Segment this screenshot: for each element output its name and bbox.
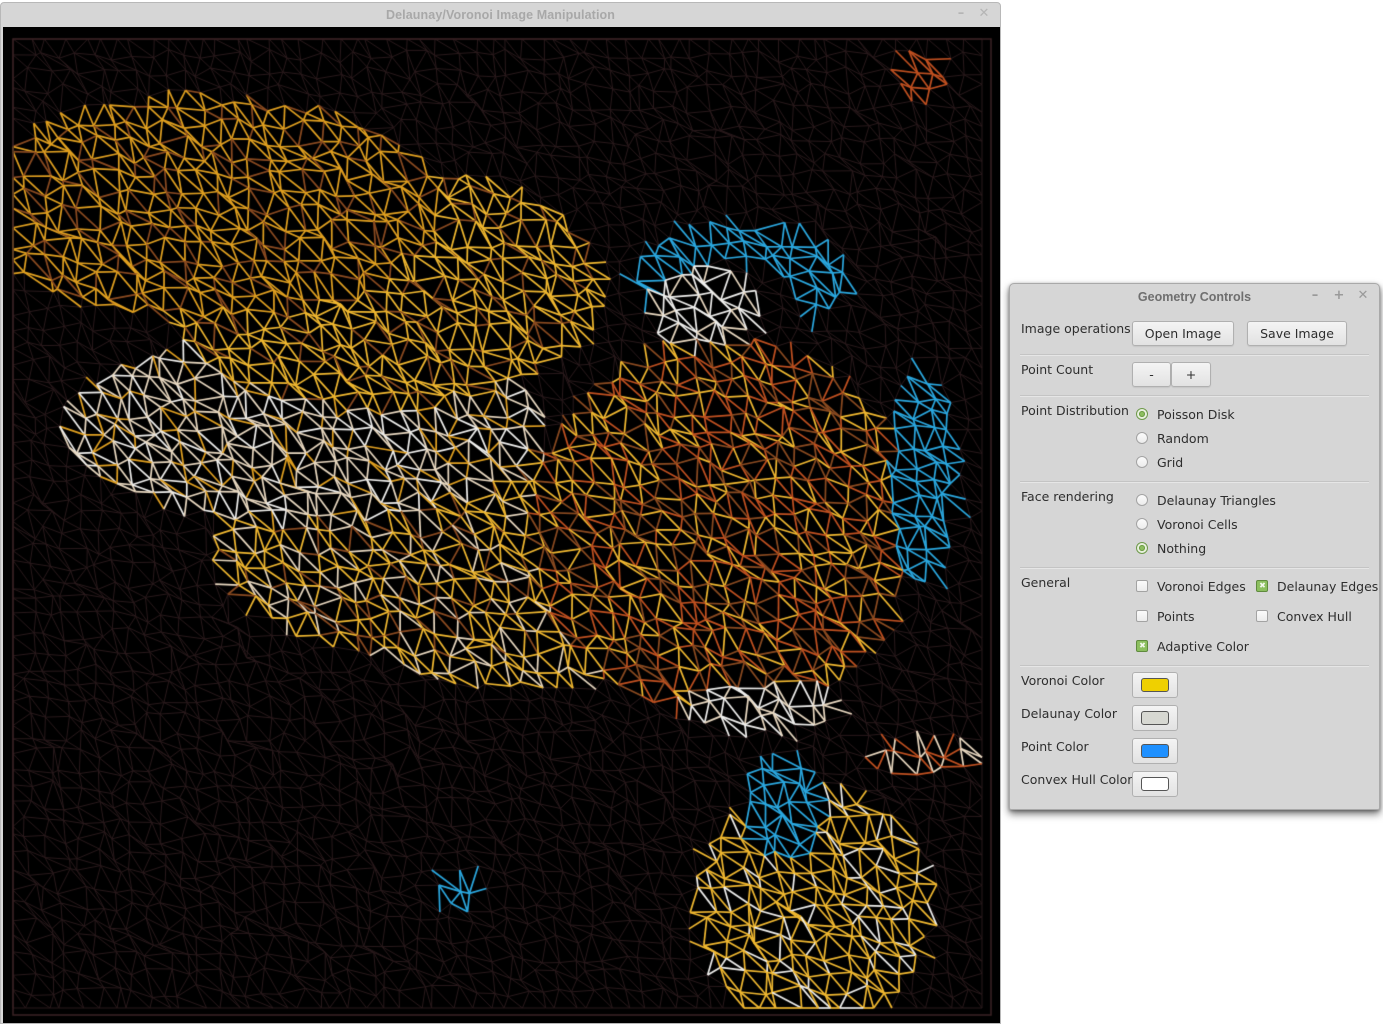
- radio-button-selected[interactable]: [1136, 542, 1148, 554]
- divider: [1020, 567, 1369, 569]
- point-color-label: Point Color: [1021, 739, 1089, 754]
- radio-button-selected[interactable]: [1136, 408, 1148, 420]
- main-window: Delaunay/Voronoi Image Manipulation – ✕: [0, 2, 1001, 1024]
- point-distribution-label: Point Distribution: [1021, 403, 1129, 418]
- maximize-icon[interactable]: +: [1332, 289, 1346, 303]
- radio-voronoi-cells[interactable]: Voronoi Cells: [1136, 515, 1238, 533]
- delaunay-color-label: Delaunay Color: [1021, 706, 1117, 721]
- checkbox-label: Convex Hull: [1277, 608, 1352, 624]
- radio-label: Grid: [1157, 454, 1184, 470]
- radio-delaunay-triangles[interactable]: Delaunay Triangles: [1136, 491, 1276, 509]
- voronoi-color-swatch: [1141, 678, 1169, 692]
- main-window-title: Delaunay/Voronoi Image Manipulation: [386, 8, 615, 22]
- checkbox-convex-hull[interactable]: Convex Hull: [1256, 607, 1352, 625]
- minimize-icon[interactable]: –: [1308, 289, 1322, 303]
- checkbox-adaptive-color[interactable]: Adaptive Color: [1136, 637, 1249, 655]
- radio-random[interactable]: Random: [1136, 429, 1209, 447]
- image-operations-label: Image operations: [1021, 321, 1131, 336]
- decrease-point-count-button[interactable]: -: [1132, 362, 1171, 387]
- close-icon[interactable]: ✕: [1356, 289, 1370, 303]
- checkbox-checked[interactable]: [1256, 579, 1268, 592]
- checkbox-label: Voronoi Edges: [1157, 578, 1246, 594]
- checkbox-label: Delaunay Edges: [1277, 578, 1379, 594]
- checkbox[interactable]: [1256, 610, 1268, 622]
- delaunay-mesh-canvas[interactable]: [3, 27, 1000, 1023]
- radio-grid[interactable]: Grid: [1136, 453, 1183, 471]
- main-titlebar[interactable]: Delaunay/Voronoi Image Manipulation – ✕: [1, 3, 1000, 27]
- close-icon[interactable]: ✕: [976, 6, 992, 22]
- minimize-icon[interactable]: –: [953, 6, 969, 22]
- convex-hull-color-label: Convex Hull Color: [1021, 772, 1133, 787]
- radio-button[interactable]: [1136, 518, 1148, 530]
- checkbox[interactable]: [1136, 610, 1148, 622]
- checkbox-points[interactable]: Points: [1136, 607, 1195, 625]
- voronoi-color-button[interactable]: [1132, 672, 1178, 698]
- increase-point-count-button[interactable]: +: [1171, 362, 1211, 387]
- radio-label: Voronoi Cells: [1157, 516, 1238, 532]
- delaunay-color-button[interactable]: [1132, 705, 1178, 731]
- save-image-button[interactable]: Save Image: [1247, 321, 1347, 346]
- divider: [1020, 481, 1369, 483]
- checkbox-delaunay-edges[interactable]: Delaunay Edges: [1256, 577, 1378, 595]
- point-color-swatch: [1141, 744, 1169, 758]
- divider: [1020, 665, 1369, 667]
- checkbox-voronoi-edges[interactable]: Voronoi Edges: [1136, 577, 1246, 595]
- convex-hull-color-swatch: [1141, 777, 1169, 791]
- checkbox-checked[interactable]: [1136, 639, 1148, 652]
- radio-nothing[interactable]: Nothing: [1136, 539, 1206, 557]
- divider: [1020, 395, 1369, 397]
- general-label: General: [1021, 575, 1071, 590]
- divider: [1020, 354, 1369, 356]
- mesh-canvas-area[interactable]: [3, 27, 1000, 1023]
- geometry-controls-window: Geometry Controls – + ✕ Image operations…: [1009, 283, 1380, 810]
- radio-button[interactable]: [1136, 456, 1148, 468]
- convex-hull-color-button[interactable]: [1132, 771, 1178, 797]
- radio-label: Poisson Disk: [1157, 406, 1235, 422]
- radio-label: Nothing: [1157, 540, 1207, 556]
- radio-button[interactable]: [1136, 494, 1148, 506]
- voronoi-color-label: Voronoi Color: [1021, 673, 1105, 688]
- checkbox-label: Adaptive Color: [1157, 638, 1249, 654]
- point-color-button[interactable]: [1132, 738, 1178, 764]
- radio-poisson-disk[interactable]: Poisson Disk: [1136, 405, 1235, 423]
- radio-button[interactable]: [1136, 432, 1148, 444]
- point-count-label: Point Count: [1021, 362, 1094, 377]
- checkbox[interactable]: [1136, 580, 1148, 592]
- controls-window-title: Geometry Controls: [1137, 290, 1252, 304]
- radio-label: Delaunay Triangles: [1157, 492, 1276, 508]
- face-rendering-label: Face rendering: [1021, 489, 1114, 504]
- open-image-button[interactable]: Open Image: [1132, 321, 1234, 346]
- radio-label: Random: [1157, 430, 1209, 446]
- delaunay-color-swatch: [1141, 711, 1169, 725]
- checkbox-label: Points: [1157, 608, 1195, 624]
